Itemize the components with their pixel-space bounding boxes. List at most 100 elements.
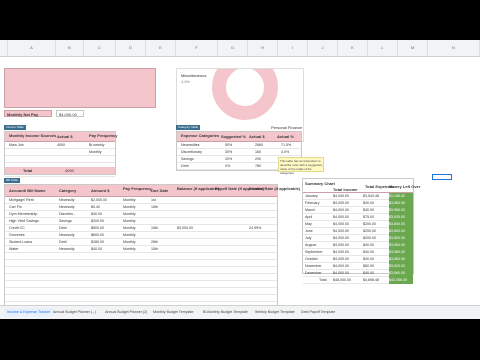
bill-cell[interactable] <box>249 218 277 225</box>
summary-cell[interactable]: $4,000.00 <box>333 193 361 200</box>
bill-cell[interactable]: 15th <box>151 204 175 211</box>
bill-cell[interactable] <box>215 260 247 267</box>
bill-cell[interactable]: Debt <box>59 225 89 232</box>
category-name-cell[interactable]: Debt <box>181 163 219 170</box>
bill-cell[interactable] <box>59 260 89 267</box>
summary-cell[interactable]: $40.00 <box>363 242 387 249</box>
bill-cell[interactable] <box>249 267 277 274</box>
bill-cell[interactable]: $0.40 <box>91 204 121 211</box>
money-left-cell[interactable]: $3,960.00 <box>389 207 413 214</box>
sheet-tab[interactable]: Weekly Budget Template <box>252 308 298 317</box>
bill-cell[interactable] <box>9 295 57 302</box>
category-actual-pct-cell[interactable]: 4.0% <box>281 149 301 156</box>
bill-cell[interactable] <box>59 274 89 281</box>
bill-cell[interactable] <box>9 274 57 281</box>
bill-cell[interactable]: Monthly <box>123 225 149 232</box>
category-actual-pct-cell[interactable]: 71.5% <box>281 142 301 149</box>
summary-cell[interactable]: $4,000.00 <box>333 263 361 270</box>
sheet-tab[interactable]: Bi-Monthly Budget Template <box>200 308 251 317</box>
bill-cell[interactable]: $500.00 <box>91 225 121 232</box>
income-source-cell[interactable] <box>9 156 53 163</box>
summary-cell[interactable]: $4,000.00 <box>333 221 361 228</box>
sheet-tab[interactable]: Monthly Budget Template <box>150 308 197 317</box>
income-source-cell[interactable]: Main Job <box>9 142 53 149</box>
bill-cell[interactable] <box>215 204 247 211</box>
bill-cell[interactable] <box>151 218 175 225</box>
bill-cell[interactable] <box>91 281 121 288</box>
money-left-cell[interactable]: $3,960.00 <box>389 256 413 263</box>
bill-cell[interactable] <box>249 239 277 246</box>
column-header[interactable]: F <box>176 40 218 56</box>
income-chart-area[interactable] <box>4 68 156 108</box>
summary-total-label[interactable]: Total <box>319 277 333 284</box>
bill-cell[interactable]: Necessity <box>59 246 89 253</box>
summary-cell[interactable]: $200.00 <box>363 235 387 242</box>
selected-cell[interactable] <box>432 174 452 180</box>
bill-cell[interactable] <box>59 288 89 295</box>
bill-cell[interactable] <box>151 232 175 239</box>
income-source-cell[interactable] <box>9 149 53 156</box>
bill-cell[interactable] <box>177 295 213 302</box>
category-actual-cell[interactable]: 2860 <box>255 142 277 149</box>
bill-cell[interactable] <box>249 197 277 204</box>
bill-cell[interactable] <box>151 253 175 260</box>
sheet-tab[interactable]: Debt Payoff Template <box>298 308 338 317</box>
summary-cell[interactable]: $4,000.00 <box>333 235 361 242</box>
bill-cell[interactable] <box>9 253 57 260</box>
bill-cell[interactable]: $40.00 <box>91 246 121 253</box>
bill-cell[interactable]: $2,000.00 <box>91 197 121 204</box>
net-pay-label-cell[interactable]: Monthly Net Pay <box>4 110 52 117</box>
bill-cell[interactable] <box>177 288 213 295</box>
column-header[interactable]: G <box>218 40 248 56</box>
summary-cell[interactable]: April <box>305 214 331 221</box>
money-left-cell[interactable]: $3,920.00 <box>389 263 413 270</box>
summary-cell[interactable]: $40.00 <box>363 207 387 214</box>
summary-cell[interactable]: $40.00 <box>363 249 387 256</box>
bill-cell[interactable]: 1st <box>151 197 175 204</box>
bill-cell[interactable] <box>59 295 89 302</box>
bill-cell[interactable] <box>215 295 247 302</box>
bill-cell[interactable] <box>177 204 213 211</box>
summary-cell[interactable]: November <box>305 263 331 270</box>
bill-cell[interactable] <box>177 281 213 288</box>
bill-cell[interactable] <box>249 260 277 267</box>
bill-cell[interactable] <box>215 197 247 204</box>
money-left-cell[interactable]: $3,800.00 <box>389 221 413 228</box>
income-amount-cell[interactable] <box>57 156 85 163</box>
bill-cell[interactable] <box>249 211 277 218</box>
column-header[interactable]: K <box>338 40 368 56</box>
money-left-cell[interactable]: $1,156.52 <box>389 193 413 200</box>
category-actual-cell[interactable]: 160 <box>255 149 277 156</box>
column-header[interactable]: I <box>278 40 308 56</box>
column-header[interactable]: C <box>84 40 116 56</box>
category-name-cell[interactable]: Necessities <box>181 142 219 149</box>
sheet-tab[interactable]: Annual Budget Planner (...) <box>50 308 99 317</box>
bill-cell[interactable]: Monthly <box>123 232 149 239</box>
bill-cell[interactable] <box>9 281 57 288</box>
category-suggested-cell[interactable]: 30% <box>225 149 249 156</box>
bill-cell[interactable] <box>123 260 149 267</box>
summary-cell[interactable]: October <box>305 256 331 263</box>
bill-cell[interactable] <box>215 288 247 295</box>
category-actual-cell[interactable]: 780 <box>255 163 277 170</box>
bill-cell[interactable]: 15th <box>151 225 175 232</box>
bill-cell[interactable] <box>215 232 247 239</box>
summary-cell[interactable]: September <box>305 249 331 256</box>
summary-cell[interactable]: $4,000.00 <box>333 249 361 256</box>
income-frequency-cell[interactable]: Bi-weekly <box>89 142 115 149</box>
bill-cell[interactable]: Car/ Fin <box>9 204 57 211</box>
bill-cell[interactable] <box>177 218 213 225</box>
money-left-cell[interactable]: $3,800.00 <box>389 235 413 242</box>
category-suggested-cell[interactable]: 0% <box>225 163 249 170</box>
bill-cell[interactable]: $280.00 <box>91 239 121 246</box>
summary-cell[interactable]: $4,000.00 <box>333 214 361 221</box>
summary-cell[interactable]: $3,543.48 <box>363 193 387 200</box>
bill-cell[interactable] <box>215 274 247 281</box>
summary-cell[interactable]: March <box>305 207 331 214</box>
summary-total-income[interactable]: $48,000.00 <box>333 277 361 284</box>
bill-cell[interactable] <box>123 274 149 281</box>
bill-cell[interactable] <box>177 253 213 260</box>
bill-cell[interactable] <box>215 246 247 253</box>
bill-cell[interactable] <box>249 246 277 253</box>
bill-cell[interactable] <box>59 267 89 274</box>
